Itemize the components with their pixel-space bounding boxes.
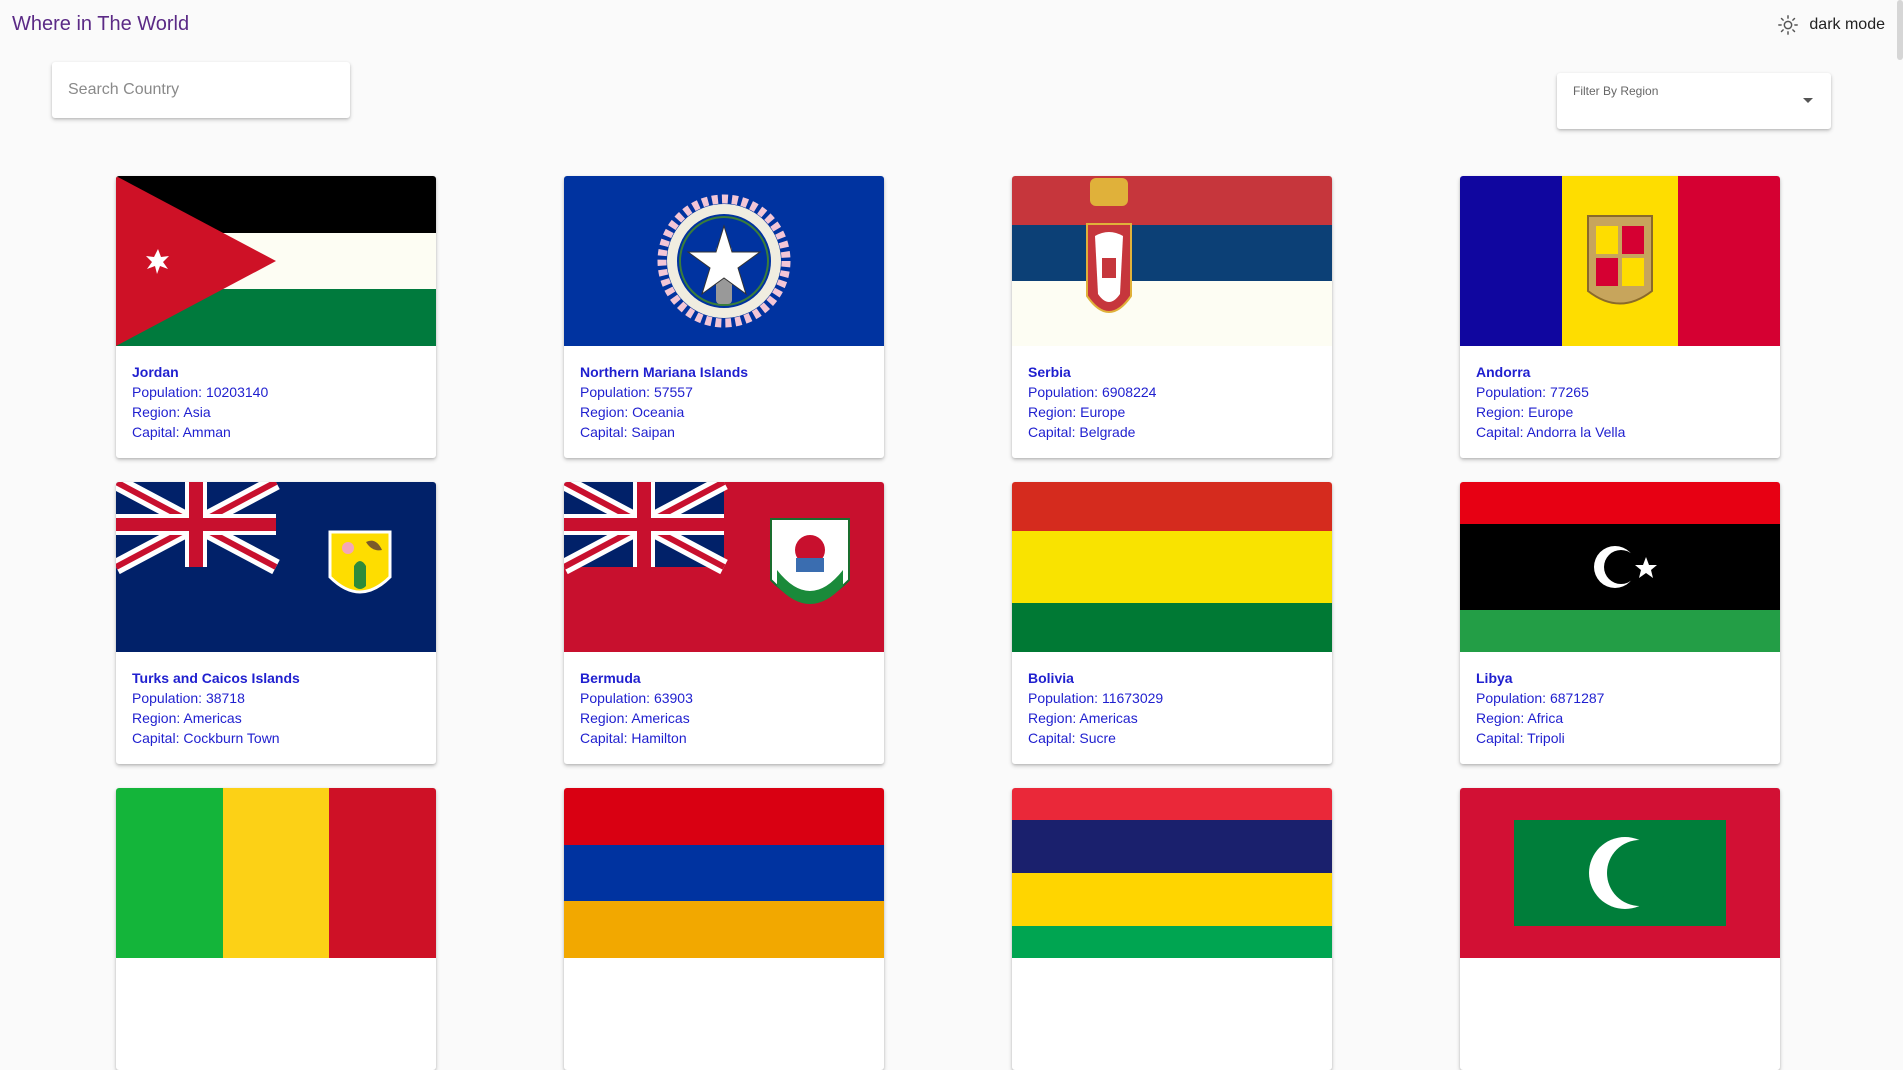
- country-capital: Capital: Hamilton: [580, 730, 687, 746]
- bermuda-flag: [564, 482, 884, 652]
- country-card-serbia[interactable]: Serbia Population: 6908224 Region: Europ…: [1012, 176, 1332, 458]
- country-card-bermuda[interactable]: Bermuda Population: 63903 Region: Americ…: [564, 482, 884, 764]
- country-capital: Capital: Sucre: [1028, 730, 1116, 746]
- bolivia-flag: [1012, 482, 1332, 652]
- mali-flag: [116, 788, 436, 958]
- brightness-icon: [1778, 15, 1799, 35]
- dark-mode-toggle[interactable]: dark mode: [1777, 14, 1885, 36]
- country-population: Population: 77265: [1476, 384, 1589, 400]
- country-name: Libya: [1476, 670, 1513, 686]
- country-card-maldives[interactable]: [1460, 788, 1780, 1070]
- country-card-mali[interactable]: [116, 788, 436, 1070]
- country-region: Region: Oceania: [580, 404, 685, 420]
- country-region: Region: Europe: [1476, 404, 1574, 420]
- armenia-flag: [564, 788, 884, 958]
- maldives-flag: [1460, 788, 1780, 958]
- country-population: Population: 57557: [580, 384, 693, 400]
- dark-mode-label: dark mode: [1809, 16, 1885, 33]
- app-title: Where in The World: [12, 13, 190, 35]
- country-name: Northern Mariana Islands: [580, 364, 749, 380]
- country-capital: Capital: Andorra la Vella: [1476, 424, 1626, 440]
- mauritius-flag: [1012, 788, 1332, 958]
- country-card-turks-and-caicos-islands[interactable]: Turks and Caicos Islands Population: 387…: [116, 482, 436, 764]
- country-capital: Capital: Saipan: [580, 424, 675, 440]
- jordan-flag: [116, 176, 436, 346]
- country-card-mauritius[interactable]: [1012, 788, 1332, 1070]
- country-population: Population: 63903: [580, 690, 693, 706]
- country-region: Region: Europe: [1028, 404, 1126, 420]
- country-card-bolivia[interactable]: Bolivia Population: 11673029 Region: Ame…: [1012, 482, 1332, 764]
- region-filter-select[interactable]: Filter By Region: [1557, 73, 1831, 129]
- country-card-northern-mariana-islands[interactable]: Northern Mariana Islands Population: 575…: [564, 176, 884, 458]
- libya-flag: [1460, 482, 1780, 652]
- country-region: Region: Africa: [1476, 710, 1564, 726]
- country-card-armenia[interactable]: [564, 788, 884, 1070]
- country-population: Population: 11673029: [1028, 690, 1164, 706]
- country-region: Region: Americas: [1028, 710, 1138, 726]
- country-capital: Capital: Cockburn Town: [132, 730, 280, 746]
- scrollbar-thumb[interactable]: [1897, 0, 1903, 60]
- country-name: Bolivia: [1028, 670, 1074, 686]
- chevron-down-icon: [1803, 98, 1813, 103]
- country-capital: Capital: Amman: [132, 424, 231, 440]
- country-name: Andorra: [1476, 364, 1531, 380]
- turks-and-caicos-islands-flag: [116, 482, 436, 652]
- country-region: Region: Asia: [132, 404, 211, 420]
- country-name: Bermuda: [580, 670, 641, 686]
- country-population: Population: 10203140: [132, 384, 269, 400]
- search-input[interactable]: [52, 62, 350, 118]
- northern-mariana-islands-flag: [564, 176, 884, 346]
- filter-label: Filter By Region: [1573, 84, 1659, 98]
- country-name: Serbia: [1028, 364, 1071, 380]
- country-population: Population: 6908224: [1028, 384, 1157, 400]
- andorra-flag: [1460, 176, 1780, 346]
- serbia-flag: [1012, 176, 1332, 346]
- country-region: Region: Americas: [580, 710, 690, 726]
- country-name: Turks and Caicos Islands: [132, 670, 300, 686]
- country-population: Population: 38718: [132, 690, 245, 706]
- country-capital: Capital: Tripoli: [1476, 730, 1565, 746]
- search-box: [52, 62, 350, 118]
- country-population: Population: 6871287: [1476, 690, 1605, 706]
- country-card-andorra[interactable]: Andorra Population: 77265 Region: Europe…: [1460, 176, 1780, 458]
- country-card-jordan[interactable]: Jordan Population: 10203140 Region: Asia…: [116, 176, 436, 458]
- country-card-libya[interactable]: Libya Population: 6871287 Region: Africa…: [1460, 482, 1780, 764]
- country-name: Jordan: [132, 364, 179, 380]
- country-region: Region: Americas: [132, 710, 242, 726]
- country-capital: Capital: Belgrade: [1028, 424, 1136, 440]
